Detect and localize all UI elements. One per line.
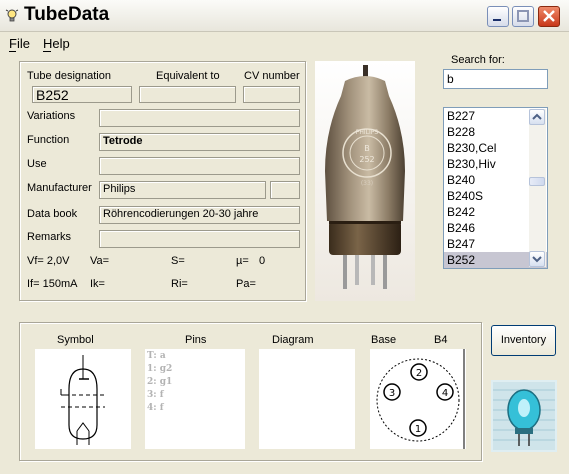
cv-number-field[interactable]: [243, 86, 300, 103]
pin-entry: 1: g2: [147, 364, 173, 374]
photo-code-2: 252: [359, 155, 374, 164]
chevron-down-icon: [532, 256, 542, 263]
vf-value: Vf= 2,0V: [27, 255, 70, 267]
pa-value: Pa=: [236, 278, 256, 290]
results-list[interactable]: B227 B228 B230,Cel B230,Hiv B240 B240S B242 B24…: [443, 107, 548, 269]
base-pin-3-label: 3: [389, 388, 395, 399]
pins-label: Pins: [185, 334, 207, 346]
pins-list: T: a 1: g2 2: g1 3: f 4: f: [147, 350, 172, 415]
symbol-label: Symbol: [57, 334, 94, 346]
base-pinout-diagram: 2 3 4 1: [376, 349, 465, 449]
symbol-box: [35, 349, 131, 449]
remarks-label: Remarks: [27, 231, 72, 243]
pin-entry: 4: f: [147, 403, 164, 413]
results-scrollbar[interactable]: [529, 109, 546, 267]
inventory-button[interactable]: Inventory: [491, 325, 556, 356]
tube-designation-value: B252: [36, 87, 69, 103]
photo-code-3: (33): [361, 180, 373, 187]
base-pin-2-label: 2: [416, 368, 422, 379]
search-input-value: b: [447, 72, 454, 86]
remarks-field[interactable]: [99, 230, 300, 248]
manufacturer-label: Manufacturer: [27, 182, 92, 194]
menu-file-underline: [9, 51, 16, 52]
menu-file[interactable]: File: [9, 36, 30, 51]
function-value: Tetrode: [103, 135, 143, 147]
base-box: 2 3 4 1: [370, 349, 466, 449]
function-field[interactable]: Tetrode: [99, 133, 300, 151]
ri-value: Ri=: [171, 278, 188, 290]
tube-photo: PHILIPS B 252 (33): [315, 61, 415, 301]
use-field[interactable]: [99, 157, 300, 175]
manufacturer-value: Philips: [103, 183, 136, 195]
photo-brand-text: PHILIPS: [356, 129, 379, 136]
base-pin-4-label: 4: [442, 388, 448, 399]
search-input[interactable]: b: [443, 69, 548, 89]
ik-value: Ik=: [90, 278, 105, 290]
close-button[interactable]: [538, 6, 560, 27]
mu-label: µ=: [236, 255, 249, 267]
scroll-down-button[interactable]: [529, 251, 545, 267]
variations-field[interactable]: [99, 109, 300, 127]
base-type-value: B4: [434, 334, 448, 346]
mu-value: 0: [259, 255, 266, 267]
maximize-icon: [517, 10, 529, 22]
pin-entry: 2: g1: [147, 377, 173, 387]
diagram-label: Diagram: [272, 334, 314, 346]
function-label: Function: [27, 134, 70, 146]
pin-entry: T: a: [147, 351, 166, 361]
cv-number-header: CV number: [244, 70, 300, 82]
minimize-icon: [493, 19, 501, 21]
variations-label: Variations: [27, 110, 76, 122]
tube-designation-field[interactable]: B252: [32, 86, 132, 103]
close-icon: [543, 10, 555, 22]
scroll-up-button[interactable]: [529, 109, 545, 125]
menu-help[interactable]: Help: [43, 36, 70, 51]
lightbulb-icon: [5, 9, 19, 22]
if-value: If= 150mA: [27, 278, 78, 290]
manufacturer-field[interactable]: Philips: [99, 181, 266, 199]
use-label: Use: [27, 158, 47, 170]
maximize-button[interactable]: [512, 6, 534, 27]
tetrode-symbol-icon: [60, 355, 105, 445]
databook-value: Röhrencodierungen 20-30 jahre: [103, 208, 259, 220]
diagram-box: [259, 349, 355, 449]
pin-entry: 3: f: [147, 390, 164, 400]
databook-field[interactable]: Röhrencodierungen 20-30 jahre: [99, 206, 300, 224]
chevron-up-icon: [532, 113, 542, 120]
s-value: S=: [171, 255, 185, 267]
equivalent-field[interactable]: [139, 86, 236, 103]
tube-logo-icon: [491, 380, 557, 452]
equivalent-header: Equivalent to: [156, 70, 220, 82]
manufacturer-extra-field[interactable]: [270, 181, 300, 199]
minimize-button[interactable]: [487, 6, 509, 27]
photo-code-1: B: [364, 144, 370, 153]
tube-designation-header: Tube designation: [27, 70, 111, 82]
window-title: TubeData: [24, 4, 110, 25]
scroll-thumb[interactable]: [529, 177, 545, 186]
search-label: Search for:: [451, 54, 505, 66]
va-value: Va=: [90, 255, 110, 267]
base-pin-1-label: 1: [415, 424, 421, 435]
base-label: Base: [371, 334, 397, 346]
menu-help-underline: [43, 51, 51, 52]
pins-box: T: a 1: g2 2: g1 3: f 4: f: [145, 349, 245, 449]
databook-label: Data book: [27, 208, 78, 220]
